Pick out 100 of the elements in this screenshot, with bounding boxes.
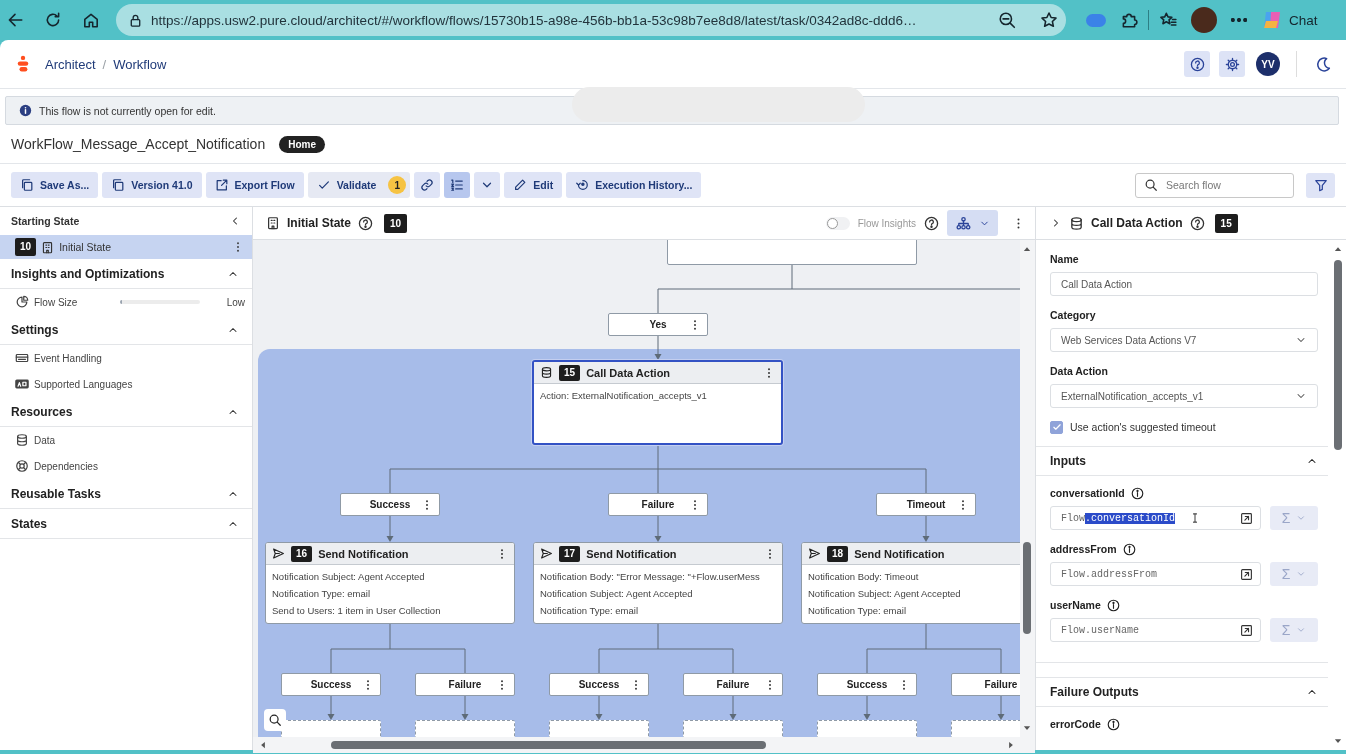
- action-node[interactable]: 18 Send Notification Notification Body: Timeout Notification Subject: Agent Accepted Notification Type: email: [801, 542, 1020, 624]
- insights-toggle[interactable]: [825, 216, 850, 230]
- input-field[interactable]: Flow.addressFrom: [1050, 562, 1261, 586]
- dependencies-icon: [15, 459, 29, 473]
- event-handling-icon: [15, 351, 29, 365]
- field-label: addressFrom: [1050, 543, 1117, 555]
- breadcrumb-link[interactable]: Workflow: [113, 56, 167, 72]
- path-node[interactable]: Failure: [951, 673, 1020, 696]
- scrollbar-thumb[interactable]: [1023, 542, 1031, 634]
- flow-name: WorkFlow_Message_Accept_Notification: [11, 136, 266, 152]
- outline-button[interactable]: [444, 172, 471, 198]
- sidebar-item[interactable]: Supported Languages: [0, 371, 252, 397]
- connector-arrow: [327, 695, 335, 720]
- user-avatar[interactable]: YV: [1256, 52, 1280, 76]
- version-button[interactable]: Version 41.0: [102, 172, 202, 198]
- input-field[interactable]: Flow.conversationId: [1050, 506, 1261, 530]
- chat-button[interactable]: Chat: [1289, 12, 1318, 28]
- connector-arrow: [863, 695, 871, 720]
- caret-icon: [1296, 569, 1307, 579]
- panel-title: Call Data Action: [1091, 216, 1183, 230]
- back-icon: [6, 11, 24, 29]
- text-field[interactable]: Call Data Action: [1050, 272, 1318, 296]
- sidebar-item[interactable]: Event Handling: [0, 345, 252, 371]
- path-node[interactable]: Success: [340, 493, 440, 516]
- home-tag: Home: [279, 135, 325, 153]
- help-icon: [1189, 215, 1205, 231]
- dropdown-field[interactable]: Web Services Data Actions V7: [1050, 328, 1318, 352]
- info-icon: [1130, 486, 1144, 500]
- section-header[interactable]: Failure Outputs: [1036, 677, 1328, 707]
- section-header[interactable]: States: [0, 509, 252, 539]
- node-detail: Action: ExternalNotification_accepts_v1: [540, 389, 708, 403]
- url-text: https://apps.usw2.pure.cloud/architect/#/workflow/flows/15730b15-a98e-456b-bb1a-53c98b7ee8d8/latest/task/0342ad8c-ddd6…: [151, 12, 918, 28]
- languages-icon: [15, 377, 29, 391]
- state-item[interactable]: 10 Initial State: [0, 235, 252, 259]
- filter-icon: [1313, 178, 1328, 192]
- path-node[interactable]: Failure: [683, 673, 783, 696]
- number-badge: 16: [291, 545, 313, 562]
- edit-button[interactable]: Edit: [504, 172, 563, 198]
- path-node[interactable]: Success: [549, 673, 649, 696]
- number-badge: 15: [1214, 213, 1238, 233]
- export-icon: [214, 178, 229, 192]
- section-header[interactable]: Settings: [0, 315, 252, 345]
- info-icon: [1106, 598, 1120, 612]
- checkbox-label: Use action's suggested timeout: [1070, 421, 1216, 433]
- sidebar-item[interactable]: Data: [0, 427, 252, 453]
- connector-arrow: [997, 695, 1005, 720]
- database-icon: [1069, 215, 1084, 231]
- checkbox[interactable]: [1050, 420, 1063, 434]
- zoom-out-icon: [998, 11, 1016, 29]
- scrollbar-thumb[interactable]: [1334, 260, 1342, 450]
- save-as-button[interactable]: Save As...: [11, 172, 99, 198]
- dropdown-field[interactable]: ExternalNotification_accepts_v1: [1050, 384, 1318, 408]
- path-node[interactable]: Success: [281, 673, 381, 696]
- field-label: userName: [1050, 599, 1101, 611]
- section-header[interactable]: Inputs: [1036, 446, 1328, 476]
- search-field[interactable]: Search flow: [1135, 172, 1294, 198]
- count-badge: 1: [388, 176, 407, 194]
- home-icon: [82, 11, 100, 29]
- layout-button[interactable]: [947, 210, 998, 236]
- path-node[interactable]: Failure: [415, 673, 515, 696]
- section-header[interactable]: Resources: [0, 397, 252, 427]
- connector-arrow: [729, 695, 737, 720]
- field-label: Category: [1050, 308, 1097, 322]
- node-detail: Notification Subject: Agent Accepted: [540, 587, 694, 601]
- scrollbar-thumb[interactable]: [331, 741, 766, 749]
- action-node[interactable]: 15 Call Data Action Action: ExternalNotification_accepts_v1: [532, 360, 783, 445]
- refresh-icon: [44, 11, 62, 29]
- validate-button[interactable]: Validate 1: [307, 172, 411, 198]
- profile-avatar[interactable]: [1191, 7, 1217, 33]
- address-bar[interactable]: https://apps.usw2.pure.cloud/architect/#/workflow/flows/15730b15-a98e-456b-bb1a-53c98b7ee8d8/latest/task/0342ad8c-ddd6…: [116, 4, 1066, 36]
- settings-button[interactable]: [1219, 51, 1245, 77]
- puzzle-icon: [1120, 11, 1138, 29]
- sidebar-item[interactable]: Dependencies: [0, 453, 252, 479]
- section-header[interactable]: Insights and Optimizations: [0, 259, 252, 289]
- help-icon: [358, 215, 373, 231]
- link-button[interactable]: [414, 172, 441, 198]
- filter-button[interactable]: [1306, 172, 1335, 198]
- path-node[interactable]: Yes: [608, 313, 708, 336]
- copy-icon: [20, 178, 34, 192]
- connector-arrow: [386, 515, 394, 542]
- action-node[interactable]: 17 Send Notification Notification Body: "Error Message: "+Flow.userMess Notification Subject: Agent Accepted Notification Type: email: [533, 542, 783, 624]
- input-field[interactable]: Flow.userName: [1050, 618, 1261, 642]
- zoom-button[interactable]: [264, 709, 286, 731]
- field-label: Data Action: [1050, 364, 1109, 378]
- meter-reading: Low: [226, 296, 245, 308]
- star-icon: [1040, 11, 1058, 29]
- section-header[interactable]: Reusable Tasks: [0, 479, 252, 509]
- export-button[interactable]: Export Flow: [205, 172, 304, 198]
- help-button[interactable]: [1184, 51, 1210, 77]
- path-node[interactable]: Success: [817, 673, 917, 696]
- path-node[interactable]: Failure: [608, 493, 708, 516]
- number-badge: 10: [15, 238, 37, 256]
- history-button[interactable]: Execution History...: [566, 172, 702, 198]
- action-node[interactable]: 16 Send Notification Notification Subject: Agent Accepted Notification Type: email Send to Users: 1 item in User Collection: [265, 542, 515, 624]
- state-label: Initial State: [59, 241, 112, 253]
- pie-chart-icon: [15, 295, 29, 309]
- favorites-icon: [1159, 11, 1177, 29]
- path-node[interactable]: Timeout: [876, 493, 976, 516]
- search-icon: [1144, 178, 1158, 192]
- breadcrumb-link[interactable]: Architect: [45, 56, 96, 72]
